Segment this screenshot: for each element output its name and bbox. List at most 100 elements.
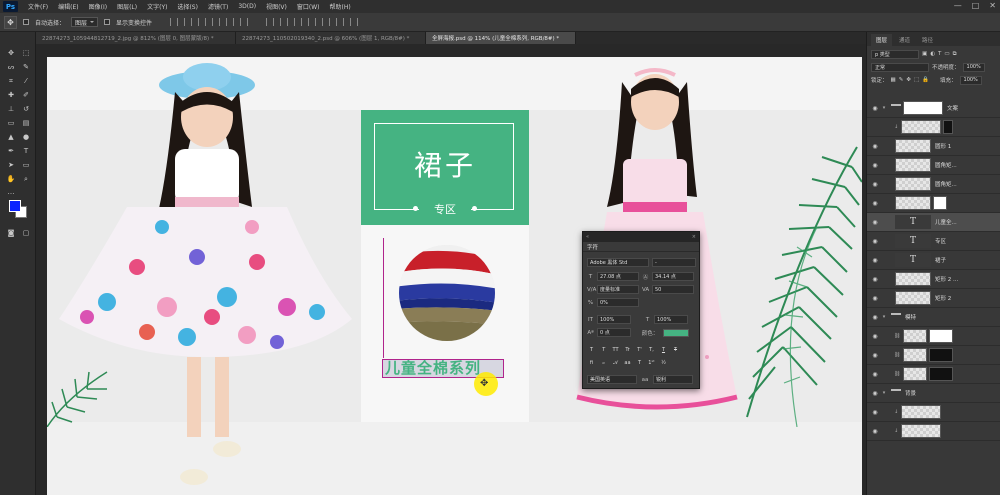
visibility-eye-icon[interactable]: ◉ [870, 162, 880, 169]
layer-mask-thumb[interactable] [929, 348, 954, 362]
lock-move-icon[interactable]: ✥ [906, 77, 911, 83]
align-bottom-icon[interactable] [198, 18, 207, 26]
layer-row[interactable]: ◉ ▾ 文案 [867, 99, 1000, 118]
layer-row[interactable]: ◉ [867, 194, 1000, 213]
kerning-field[interactable]: 度量标准 [597, 285, 639, 294]
font-style-select[interactable]: - [652, 258, 696, 267]
tab-character[interactable]: 字符 [583, 242, 699, 252]
menu-3d[interactable]: 3D(D) [233, 3, 261, 10]
fractions-icon[interactable]: ½ [659, 359, 668, 367]
layer-row[interactable]: ◉ ⛓ [867, 365, 1000, 384]
menu-type[interactable]: 文字(Y) [142, 2, 172, 11]
layer-thumbnail[interactable] [895, 177, 931, 191]
tab-channels[interactable]: 通道 [894, 34, 915, 46]
layer-thumbnail[interactable] [895, 139, 931, 153]
tab-layers[interactable]: 图层 [871, 34, 893, 46]
layer-row[interactable]: ↓ [867, 118, 1000, 137]
visibility-eye-icon[interactable]: ◉ [870, 295, 880, 302]
align-left-icon[interactable] [212, 18, 221, 26]
menu-filter[interactable]: 滤镜(T) [203, 2, 233, 11]
visibility-eye-icon[interactable]: ◉ [870, 390, 880, 397]
panel-close-icon[interactable]: × [692, 234, 696, 240]
vertical-scale-field[interactable]: 100% [597, 315, 631, 324]
filter-type-icon[interactable]: T [938, 51, 941, 57]
lock-brush-icon[interactable]: ✎ [899, 77, 904, 83]
distribute-right-icon[interactable] [336, 18, 345, 26]
proportional-spacing-field[interactable]: 0% [597, 298, 639, 307]
align-middle-icon[interactable] [184, 18, 193, 26]
swash-icon[interactable]: 𝒜 [611, 359, 620, 367]
quick-mask-icon[interactable]: ◙ [5, 228, 17, 238]
menu-file[interactable]: 文件(F) [23, 2, 53, 11]
distribute-bottom-icon[interactable] [294, 18, 303, 26]
folder-expand-icon[interactable]: ▾ [880, 105, 888, 111]
layer-row[interactable]: ◉ ⛓ [867, 327, 1000, 346]
faux-bold-button[interactable]: T [587, 346, 596, 354]
subscript-button[interactable]: T, [647, 346, 656, 354]
layer-row[interactable]: ◉ 圆角矩... [867, 156, 1000, 175]
font-size-field[interactable]: 27.08 点 [597, 272, 639, 281]
clone-stamp-icon[interactable]: ⊥ [5, 104, 17, 114]
visibility-eye-icon[interactable]: ◉ [870, 314, 880, 321]
layer-row[interactable]: ◉ 矩形 2 [867, 289, 1000, 308]
distribute-center-icon[interactable] [322, 18, 331, 26]
layer-row[interactable]: ◉ ⛓ [867, 346, 1000, 365]
layer-row[interactable]: ◉ ↓ [867, 422, 1000, 441]
layer-mask-thumb[interactable] [903, 101, 943, 115]
titling-icon[interactable]: T [635, 359, 644, 367]
dodge-icon[interactable]: ● [20, 132, 32, 142]
layer-thumbnail[interactable] [901, 120, 942, 134]
gradient-icon[interactable]: ▤ [20, 118, 32, 128]
layer-thumbnail[interactable] [901, 405, 942, 419]
strikethrough-button[interactable]: T [671, 346, 680, 354]
text-layer-icon[interactable]: T [895, 234, 931, 248]
layer-thumbnail[interactable] [895, 291, 931, 305]
antialias-select[interactable]: 锐利 [653, 375, 693, 384]
filter-pixel-icon[interactable]: ▣ [922, 51, 927, 57]
menu-edit[interactable]: 编辑(E) [53, 2, 83, 11]
zoom-icon[interactable]: ⌕ [20, 174, 32, 184]
visibility-eye-icon[interactable]: ◉ [870, 257, 880, 264]
visibility-eye-icon[interactable]: ◉ [870, 105, 880, 112]
superscript-button[interactable]: T' [635, 346, 644, 354]
align-center-icon[interactable] [226, 18, 235, 26]
visibility-eye-icon[interactable]: ◉ [870, 219, 880, 226]
visibility-eye-icon[interactable]: ◉ [870, 181, 880, 188]
layer-thumbnail[interactable] [895, 196, 931, 210]
tab-document-1[interactable]: 22874273_105944812719_2.jpg @ 812% (图层 0… [36, 32, 236, 44]
layer-thumbnail[interactable] [903, 367, 928, 381]
collapse-icon[interactable]: « [586, 234, 589, 240]
marquee-icon[interactable]: ⬚ [20, 48, 32, 58]
blur-icon[interactable]: ▲ [5, 132, 17, 142]
layer-row[interactable]: ◉ ▾ 模特 [867, 308, 1000, 327]
lock-all-icon[interactable]: 🔒 [922, 77, 929, 83]
alternates-icon[interactable]: aa [623, 359, 632, 367]
layer-thumbnail[interactable] [903, 348, 928, 362]
visibility-eye-icon[interactable]: ◉ [870, 352, 880, 359]
opacity-field[interactable]: 100% [962, 62, 985, 72]
tab-paths[interactable]: 路径 [917, 34, 938, 46]
close-icon[interactable]: ✕ [989, 1, 996, 10]
brush-icon[interactable]: ✐ [20, 90, 32, 100]
layer-filter-select[interactable]: p 类型 [871, 49, 919, 59]
layer-row[interactable]: ◉ ↓ [867, 403, 1000, 422]
text-layer-icon[interactable]: T [895, 253, 931, 267]
shape-icon[interactable]: ▭ [20, 160, 32, 170]
menu-layer[interactable]: 图层(L) [112, 2, 142, 11]
minimize-icon[interactable]: — [954, 1, 962, 10]
layer-row[interactable]: ◉ 矩形 2 ... [867, 270, 1000, 289]
eraser-icon[interactable]: ▭ [5, 118, 17, 128]
visibility-eye-icon[interactable]: ◉ [870, 409, 880, 416]
language-select[interactable]: 美国英语 [587, 375, 637, 384]
canvas-area[interactable]: 裙子 专区 儿童全棉系列 ✥ [36, 44, 866, 495]
horizontal-scale-field[interactable]: 100% [654, 315, 688, 324]
leading-field[interactable]: 34.14 点 [652, 272, 694, 281]
foreground-color-swatch[interactable] [9, 200, 21, 212]
tab-document-3[interactable]: 全屏海报.psd @ 114% (儿童全棉系列, RGB/8#) * [426, 32, 576, 44]
layer-row-selected[interactable]: ◉ T 儿童全... [867, 213, 1000, 232]
auto-select-dropdown[interactable]: 图层 [71, 17, 99, 27]
folder-expand-icon[interactable]: ▾ [880, 314, 888, 320]
all-caps-button[interactable]: TT [611, 346, 620, 354]
layer-mask-thumb[interactable] [929, 329, 954, 343]
visibility-eye-icon[interactable]: ◉ [870, 238, 880, 245]
